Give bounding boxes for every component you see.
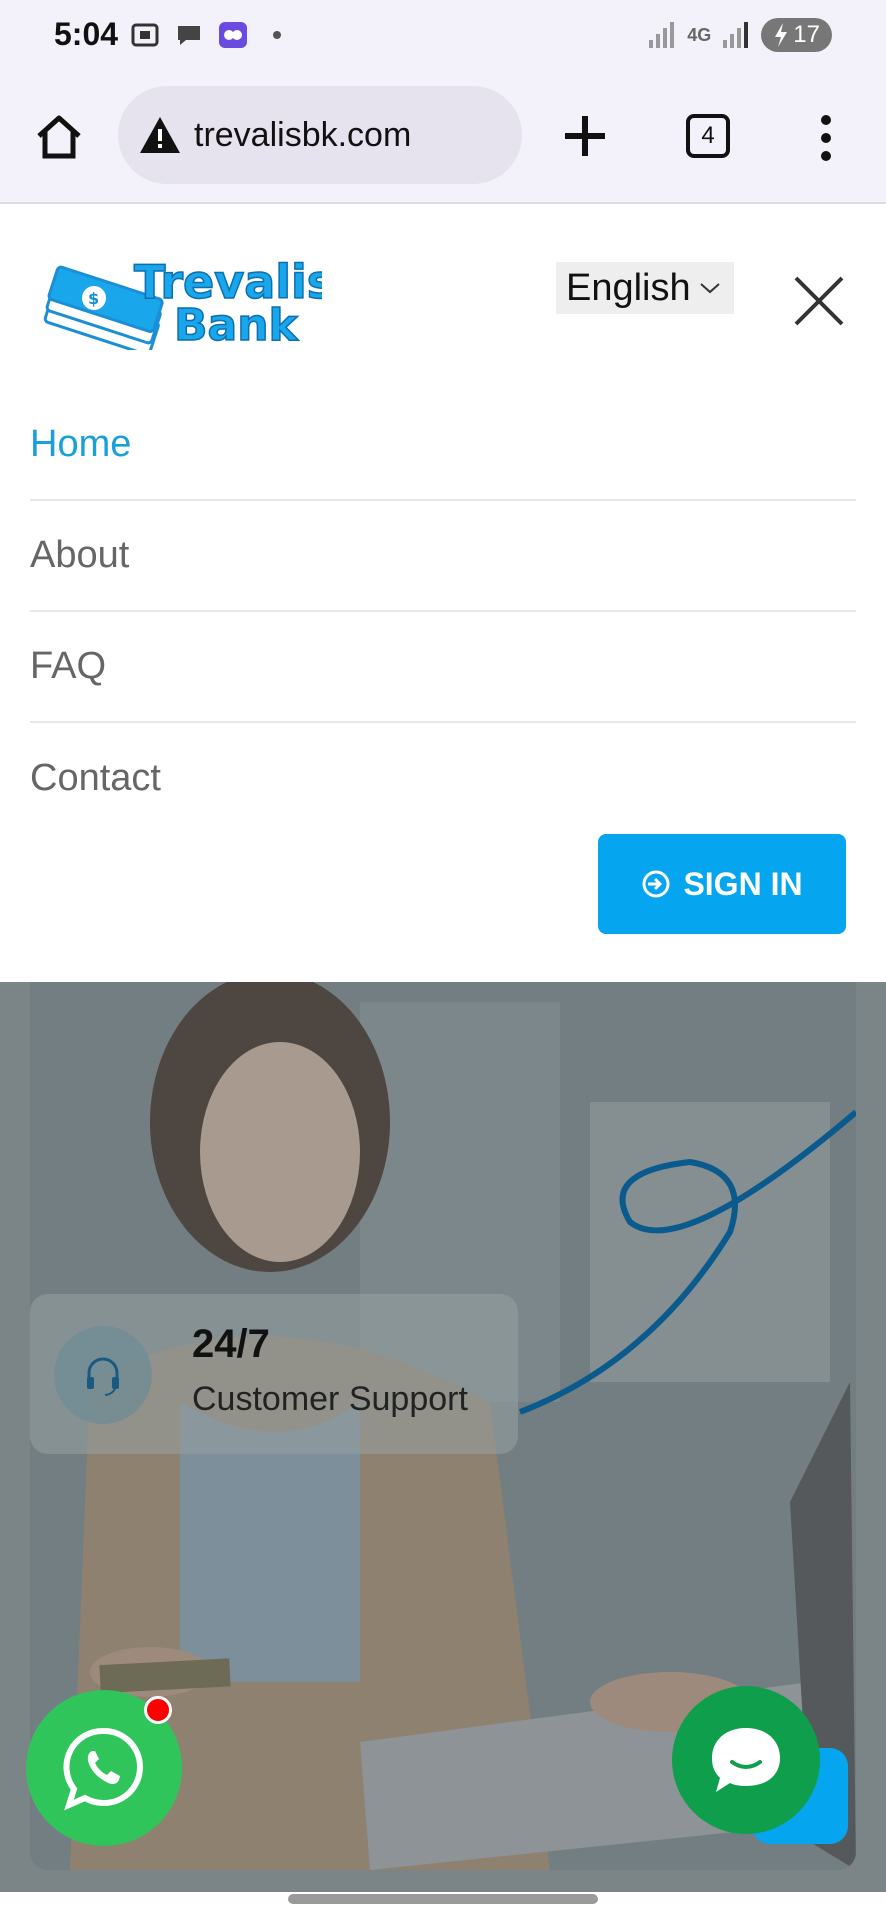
- more-menu-icon[interactable]: [816, 112, 836, 164]
- new-tab-icon[interactable]: [560, 108, 610, 164]
- url-text[interactable]: trevalisbk.com: [194, 116, 411, 155]
- home-icon[interactable]: [34, 112, 84, 162]
- language-select[interactable]: English: [556, 262, 734, 314]
- close-icon[interactable]: [790, 272, 848, 330]
- network-type: 4G: [687, 24, 712, 45]
- nav-item-contact[interactable]: Contact: [30, 723, 856, 834]
- logo-icon: $ Trevalis Bank: [43, 254, 335, 356]
- whatsapp-icon: [63, 1727, 143, 1811]
- gesture-bar[interactable]: [288, 1894, 598, 1904]
- battery-indicator: 17: [761, 18, 832, 52]
- tab-count: 4: [701, 122, 715, 149]
- logo-line2: Bank: [174, 300, 300, 350]
- support-subtitle: Customer Support: [192, 1380, 468, 1418]
- sign-in-button[interactable]: SIGN IN: [598, 834, 846, 934]
- site-logo[interactable]: $ Trevalis Bank: [38, 254, 335, 356]
- status-time: 5:04: [54, 16, 119, 52]
- nav-item-home[interactable]: Home: [30, 390, 856, 501]
- support-card: 24/7 Customer Support: [30, 1294, 518, 1454]
- live-chat-button[interactable]: [672, 1686, 820, 1834]
- address-bar[interactable]: trevalisbk.com: [118, 86, 522, 184]
- battery-level: 17: [793, 21, 820, 48]
- nav-menu: Home About FAQ Contact: [30, 390, 856, 834]
- dot-icon: [273, 31, 281, 39]
- tab-switcher-button[interactable]: 4: [686, 114, 730, 158]
- signal-icon: [649, 22, 675, 48]
- support-title: 24/7: [192, 1322, 270, 1366]
- headset-icon: [54, 1326, 152, 1424]
- chevron-down-icon: [699, 283, 720, 294]
- sign-in-label: SIGN IN: [683, 865, 803, 902]
- charging-icon: [775, 23, 788, 47]
- svg-text:$: $: [88, 289, 99, 308]
- sign-in-icon: [642, 870, 670, 898]
- screenshot-icon: [131, 23, 159, 47]
- chat-bubble-icon: [712, 1728, 780, 1792]
- nav-item-faq[interactable]: FAQ: [30, 612, 856, 723]
- status-bar: 5:04 4G 17: [0, 0, 886, 72]
- language-value: English: [566, 266, 691, 309]
- notification-badge: [144, 1696, 172, 1724]
- notification-icons: [130, 20, 292, 50]
- mobile-nav-panel: $ Trevalis Bank English Home About FAQ C…: [0, 206, 886, 982]
- signal-icon-2: [723, 22, 749, 48]
- app-icon: [219, 22, 247, 48]
- message-icon: [178, 26, 200, 45]
- nav-item-about[interactable]: About: [30, 501, 856, 612]
- warning-icon[interactable]: [138, 115, 182, 155]
- browser-toolbar: trevalisbk.com 4: [0, 72, 886, 204]
- status-right: 4G 17: [647, 18, 832, 52]
